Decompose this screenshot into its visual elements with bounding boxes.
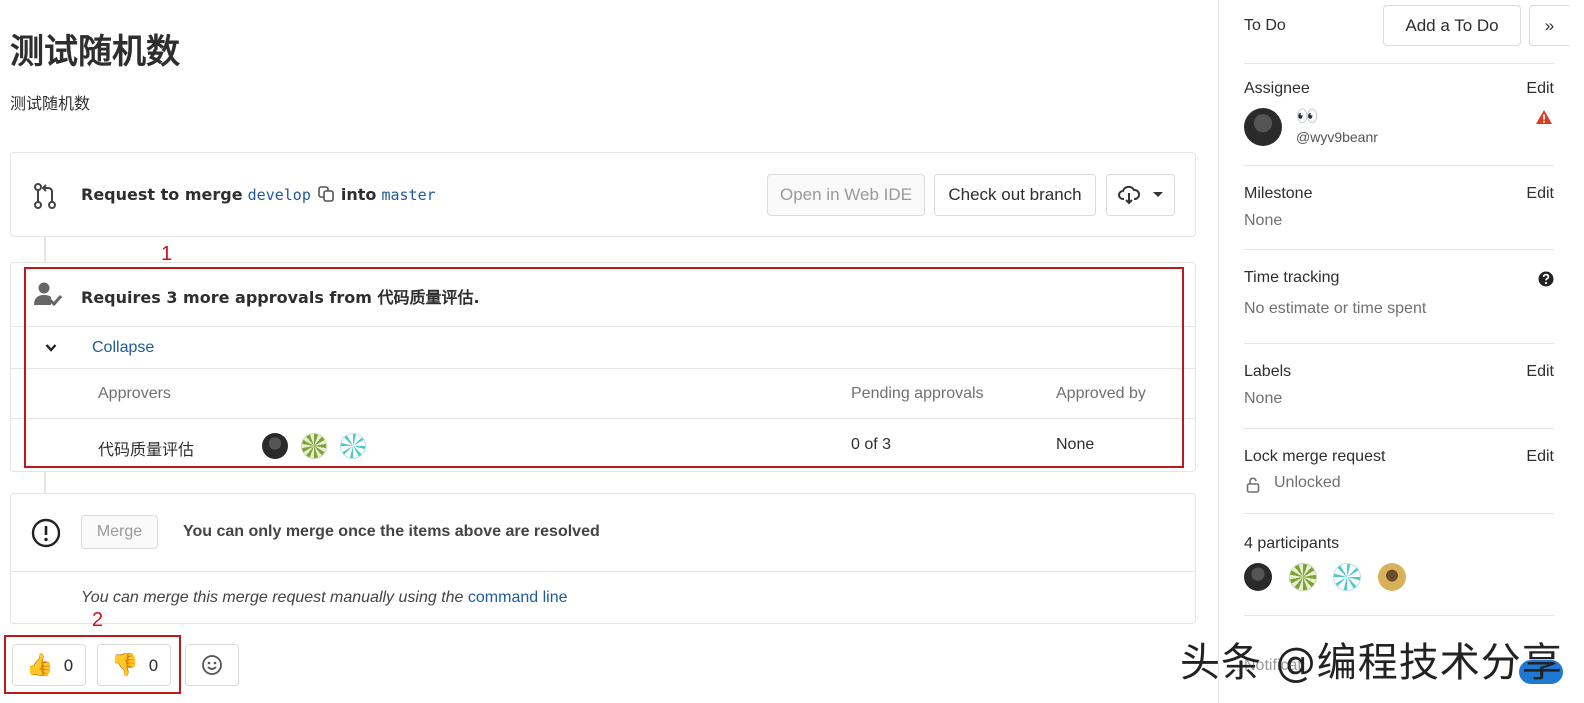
manual-merge-prefix: You can merge this merge request manuall… [81, 589, 464, 606]
merge-status-row: Merge You can only merge once the items … [11, 494, 1195, 572]
add-reaction-button[interactable] [185, 644, 239, 686]
command-line-link[interactable]: command line [468, 589, 568, 606]
assignee-edit-link[interactable]: Edit [1526, 80, 1554, 98]
merge-request-icon [34, 183, 56, 209]
unlock-icon [1246, 477, 1260, 493]
assignee-label: Assignee [1244, 80, 1310, 97]
open-web-ide-button[interactable]: Open in Web IDE [767, 174, 925, 216]
watermark: 头条 @编程技术分享 [1180, 640, 1563, 686]
time-tracking-value: No estimate or time spent [1244, 300, 1427, 317]
participant-avatar[interactable] [1333, 563, 1361, 591]
divider [1244, 343, 1554, 344]
assignee-name[interactable]: 👀 [1296, 106, 1318, 127]
milestone-label: Milestone [1244, 185, 1313, 202]
main-content: 测试随机数 测试随机数 Request to merge develop int… [0, 0, 1212, 703]
right-sidebar: To Do Add a To Do » Assignee Edit 👀 @wyv… [1218, 0, 1584, 703]
description: 测试随机数 [10, 94, 91, 113]
participant-avatar[interactable] [1289, 563, 1317, 591]
todo-label: To Do [1244, 17, 1286, 34]
alert-circle-icon [31, 518, 61, 548]
annotation-number-2: 2 [92, 609, 104, 631]
merge-request-text: Request to merge develop into master [81, 185, 436, 204]
page-title: 测试随机数 [10, 32, 180, 72]
smiley-icon [202, 655, 222, 675]
merge-widget: Merge You can only merge once the items … [10, 493, 1196, 624]
divider [1244, 63, 1554, 64]
assignee-avatar[interactable] [1244, 108, 1282, 146]
download-dropdown-button[interactable] [1106, 174, 1175, 216]
annotation-number-1: 1 [161, 243, 173, 265]
time-tracking-label: Time tracking [1244, 269, 1340, 286]
annotation-box-1 [24, 267, 1184, 468]
help-icon[interactable] [1538, 271, 1554, 287]
lock-label: Lock merge request [1244, 448, 1386, 465]
request-to-merge-label: Request to merge [81, 185, 243, 204]
timeline-connector [44, 237, 46, 262]
participants-label: 4 participants [1244, 535, 1340, 552]
lock-value: Unlocked [1274, 474, 1341, 491]
divider [1244, 615, 1554, 616]
merge-button[interactable]: Merge [81, 515, 158, 549]
manual-merge-text: You can merge this merge request manuall… [81, 589, 568, 607]
caret-down-icon [1152, 192, 1163, 197]
copy-icon[interactable] [317, 185, 335, 203]
milestone-value: None [1244, 212, 1283, 229]
cloud-download-icon [1117, 185, 1140, 205]
merge-request-header: Request to merge develop into master Ope… [10, 152, 1196, 237]
divider [1244, 165, 1554, 166]
labels-edit-link[interactable]: Edit [1526, 363, 1554, 381]
warning-icon [1536, 110, 1552, 124]
source-branch-link[interactable]: develop [248, 186, 311, 204]
milestone-edit-link[interactable]: Edit [1526, 185, 1554, 203]
lock-edit-link[interactable]: Edit [1526, 448, 1554, 466]
divider [1244, 513, 1554, 514]
participant-avatar[interactable] [1378, 563, 1406, 591]
divider [1244, 428, 1554, 429]
merge-blocked-message: You can only merge once the items above … [183, 523, 600, 540]
collapse-sidebar-button[interactable]: » [1529, 5, 1569, 46]
check-out-branch-button[interactable]: Check out branch [934, 174, 1096, 216]
labels-label: Labels [1244, 363, 1292, 380]
add-todo-button[interactable]: Add a To Do [1383, 5, 1521, 46]
target-branch-link[interactable]: master [381, 186, 435, 204]
divider [1244, 249, 1554, 250]
assignee-username: @wyv9beanr [1296, 129, 1378, 145]
annotation-box-2 [4, 635, 181, 694]
labels-value: None [1244, 390, 1283, 407]
participant-avatar[interactable] [1244, 563, 1272, 591]
timeline-connector [44, 472, 46, 493]
into-label: into [340, 185, 377, 204]
